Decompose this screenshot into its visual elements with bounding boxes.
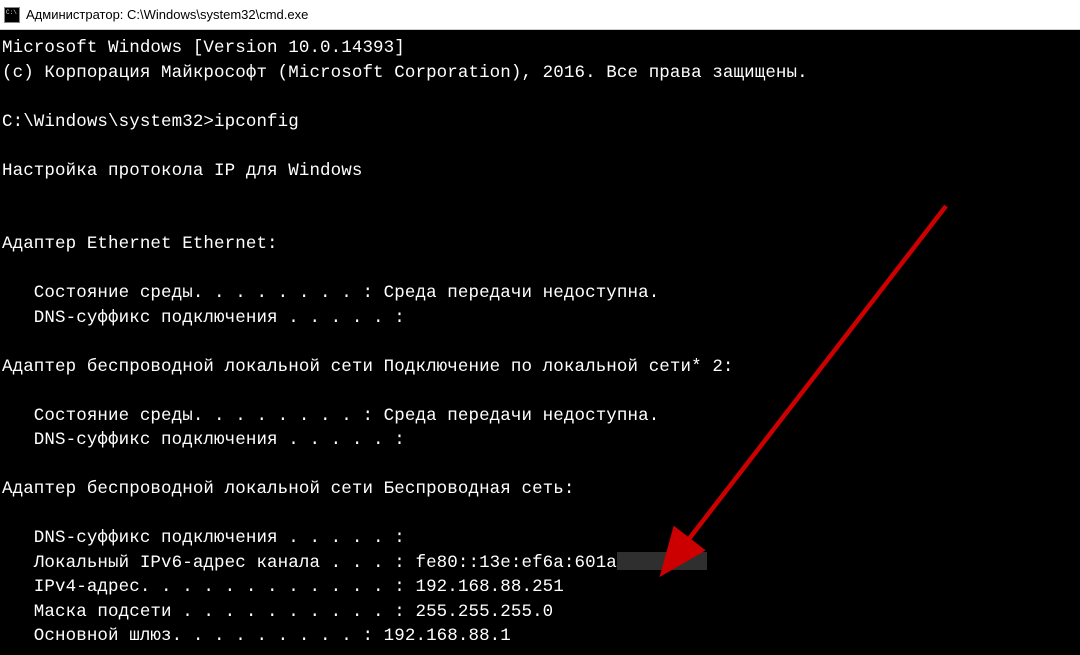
- terminal-line: Состояние среды. . . . . . . . : Среда п…: [2, 404, 1078, 429]
- terminal-line: Состояние среды. . . . . . . . : Среда п…: [2, 281, 1078, 306]
- terminal-line: Локальный IPv6-адрес канала . . . : fe80…: [2, 551, 1078, 576]
- terminal-line: DNS-суффикс подключения . . . . . :: [2, 526, 1078, 551]
- terminal-line: C:\Windows\system32>ipconfig: [2, 110, 1078, 135]
- terminal-line: Маска подсети . . . . . . . . . . : 255.…: [2, 600, 1078, 625]
- terminal-line: [2, 453, 1078, 478]
- window-titlebar[interactable]: Администратор: C:\Windows\system32\cmd.e…: [0, 0, 1080, 30]
- terminal-line: Адаптер беспроводной локальной сети Подк…: [2, 355, 1078, 380]
- terminal-line: [2, 85, 1078, 110]
- cmd-icon: [4, 7, 20, 23]
- terminal-line: [2, 134, 1078, 159]
- terminal-line: [2, 379, 1078, 404]
- terminal-line: Адаптер беспроводной локальной сети Бесп…: [2, 477, 1078, 502]
- terminal-line: Microsoft Windows [Version 10.0.14393]: [2, 36, 1078, 61]
- censored-block: [617, 552, 707, 570]
- terminal-line: [2, 257, 1078, 282]
- terminal-line: Адаптер Ethernet Ethernet:: [2, 232, 1078, 257]
- terminal-output[interactable]: Microsoft Windows [Version 10.0.14393](c…: [0, 30, 1080, 655]
- terminal-line: Основной шлюз. . . . . . . . . : 192.168…: [2, 624, 1078, 649]
- terminal-line: [2, 183, 1078, 208]
- terminal-line: IPv4-адрес. . . . . . . . . . . . : 192.…: [2, 575, 1078, 600]
- terminal-line: (c) Корпорация Майкрософт (Microsoft Cor…: [2, 61, 1078, 86]
- window-title-text: Администратор: C:\Windows\system32\cmd.e…: [26, 7, 308, 22]
- terminal-line: DNS-суффикс подключения . . . . . :: [2, 428, 1078, 453]
- terminal-line: Настройка протокола IP для Windows: [2, 159, 1078, 184]
- terminal-line: DNS-суффикс подключения . . . . . :: [2, 306, 1078, 331]
- terminal-line: [2, 502, 1078, 527]
- terminal-line: [2, 330, 1078, 355]
- terminal-line: [2, 208, 1078, 233]
